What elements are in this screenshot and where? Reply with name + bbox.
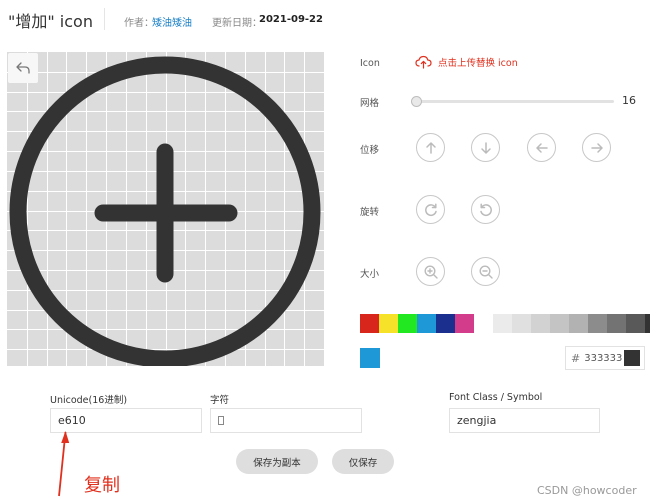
color-swatch[interactable] bbox=[455, 314, 474, 333]
char-label: 字符 bbox=[210, 395, 230, 406]
unicode-label: Unicode(16进制) bbox=[50, 395, 128, 406]
grid-slider[interactable] bbox=[412, 100, 614, 103]
grid-value: 16 bbox=[622, 94, 636, 107]
hex-color-preview bbox=[624, 350, 640, 366]
arrow-down-icon bbox=[480, 141, 491, 154]
save-only-button[interactable]: 仅保存 bbox=[332, 449, 394, 474]
color-swatch[interactable] bbox=[493, 314, 512, 333]
author-label: 作者： bbox=[124, 18, 154, 29]
color-palette bbox=[360, 314, 650, 333]
hex-value: 333333 bbox=[584, 352, 623, 364]
size-label: 大小 bbox=[360, 269, 380, 280]
arrow-up-icon bbox=[425, 141, 436, 154]
author-link[interactable]: 矮油矮油 bbox=[152, 14, 192, 29]
move-label: 位移 bbox=[360, 145, 380, 156]
color-swatch[interactable] bbox=[531, 314, 550, 333]
copy-note: 复制 bbox=[84, 475, 120, 496]
color-swatch[interactable] bbox=[588, 314, 607, 333]
upload-text: 点击上传替换 icon bbox=[438, 58, 518, 69]
current-color-swatch[interactable] bbox=[360, 348, 380, 368]
char-glyph-placeholder bbox=[218, 416, 224, 425]
undo-icon bbox=[16, 62, 30, 74]
watermark: CSDN @howcoder bbox=[537, 484, 637, 497]
color-swatch[interactable] bbox=[569, 314, 588, 333]
color-swatch[interactable] bbox=[379, 314, 398, 333]
updated-label: 更新日期： bbox=[212, 18, 262, 29]
char-input[interactable] bbox=[210, 408, 362, 433]
move-right-button[interactable] bbox=[582, 133, 611, 162]
color-swatch[interactable] bbox=[512, 314, 531, 333]
arrow-right-icon bbox=[590, 142, 603, 153]
icon-label: Icon bbox=[360, 58, 380, 69]
rotate-clockwise-button[interactable] bbox=[416, 195, 445, 224]
color-swatch[interactable] bbox=[626, 314, 645, 333]
rotate-label: 旋转 bbox=[360, 207, 380, 218]
arrow-left-icon bbox=[535, 142, 548, 153]
color-swatch[interactable] bbox=[436, 314, 455, 333]
page-title: "增加" icon bbox=[8, 12, 93, 31]
color-swatch[interactable] bbox=[607, 314, 626, 333]
zoom-in-icon bbox=[423, 264, 438, 279]
color-swatch[interactable] bbox=[398, 314, 417, 333]
zoom-out-button[interactable] bbox=[471, 257, 500, 286]
color-swatch[interactable] bbox=[645, 314, 650, 333]
color-swatch[interactable] bbox=[550, 314, 569, 333]
fontclass-label: Font Class / Symbol bbox=[449, 392, 543, 403]
grid-label: 网格 bbox=[360, 98, 380, 109]
save-as-copy-button[interactable]: 保存为副本 bbox=[236, 449, 318, 474]
move-down-button[interactable] bbox=[471, 133, 500, 162]
color-swatch[interactable] bbox=[417, 314, 436, 333]
rotate-counterclockwise-button[interactable] bbox=[471, 195, 500, 224]
red-arrow-annotation bbox=[58, 431, 70, 497]
undo-button[interactable] bbox=[8, 53, 38, 83]
move-left-button[interactable] bbox=[527, 133, 556, 162]
zoom-in-button[interactable] bbox=[416, 257, 445, 286]
rotate-cw-icon bbox=[424, 202, 437, 216]
upload-button[interactable]: 点击上传替换 icon bbox=[415, 55, 518, 69]
color-swatch[interactable] bbox=[474, 314, 493, 333]
move-up-button[interactable] bbox=[416, 133, 445, 162]
grid-slider-thumb[interactable] bbox=[411, 96, 422, 107]
hex-color-input[interactable]: # 333333 bbox=[565, 346, 645, 370]
fontclass-input[interactable]: zengjia bbox=[449, 408, 600, 433]
updated-date: 2021-09-22 bbox=[259, 14, 323, 25]
zoom-out-icon bbox=[478, 264, 493, 279]
header-divider bbox=[104, 8, 105, 30]
cloud-upload-icon bbox=[415, 55, 432, 69]
icon-canvas bbox=[7, 52, 324, 366]
rotate-ccw-icon bbox=[479, 202, 492, 216]
color-swatch[interactable] bbox=[360, 314, 379, 333]
hex-prefix: # bbox=[571, 351, 581, 365]
